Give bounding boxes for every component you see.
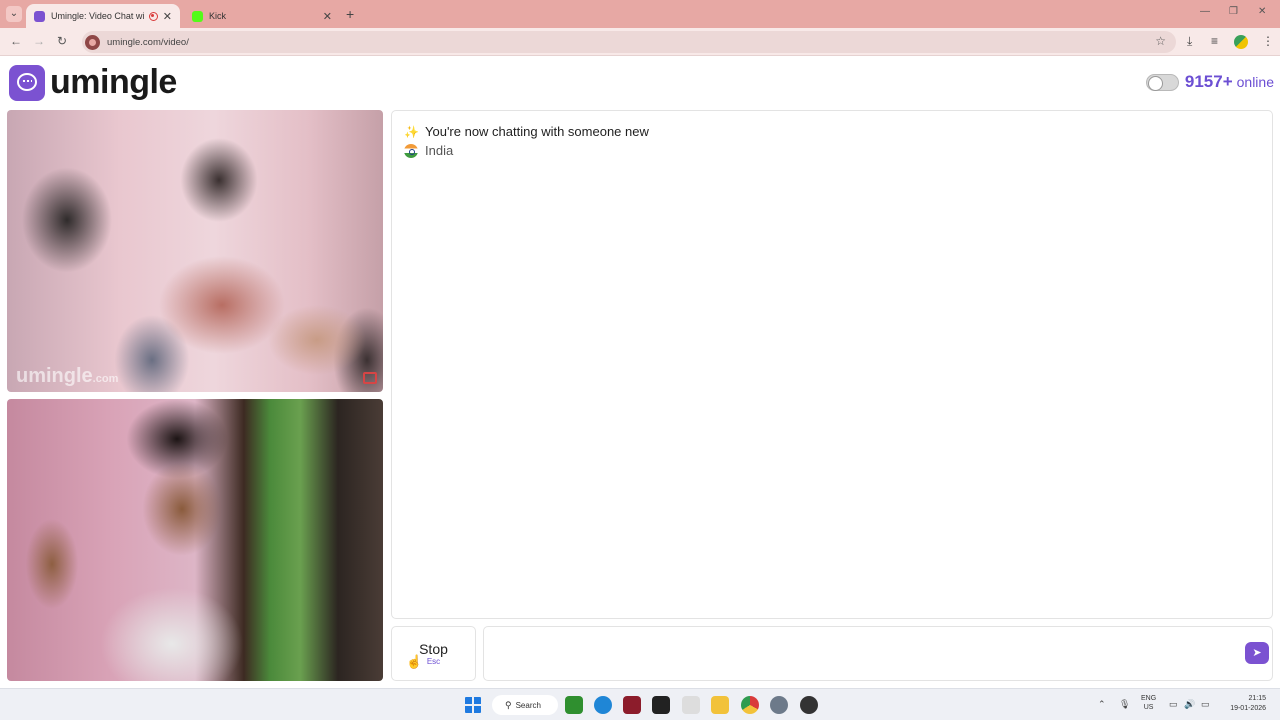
india-flag-icon: [404, 143, 418, 158]
tab-kick[interactable]: Kick ✕: [184, 4, 340, 28]
chat-bubble-logo-icon: [9, 64, 45, 101]
stop-button[interactable]: Stop Esc: [391, 626, 476, 681]
report-flag-icon[interactable]: [363, 372, 377, 384]
browser-tab-bar: ⌄ Umingle: Video Chat with S ✕ Kick ✕ + …: [0, 0, 1280, 28]
chevron-up-icon[interactable]: ⌃: [1098, 699, 1106, 710]
battery-icon[interactable]: ▭: [1201, 699, 1210, 710]
file-explorer-icon[interactable]: [711, 696, 729, 714]
umingle-favicon-icon: [34, 10, 45, 22]
settings-icon[interactable]: [770, 696, 788, 714]
hand-cursor-icon: ☝: [406, 654, 423, 669]
tab-title: Kick: [209, 11, 227, 21]
xbox-icon[interactable]: [565, 696, 583, 714]
notepad-icon[interactable]: [682, 696, 700, 714]
browser-toolbar: ← → ↻ umingle.com/video/ ☆ ⤓ ≡ ⋮: [0, 28, 1280, 56]
chat-log: ✨ You're now chatting with someone new I…: [391, 110, 1273, 619]
download-icon[interactable]: ⤓: [1187, 34, 1192, 49]
minimize-icon[interactable]: —: [1200, 6, 1210, 17]
country-name: India: [425, 143, 454, 158]
close-window-icon[interactable]: ✕: [1258, 6, 1266, 17]
search-icon: ⚲: [505, 699, 512, 710]
message-input[interactable]: [483, 626, 1273, 681]
online-label: online: [1236, 74, 1274, 90]
app-icon[interactable]: [623, 696, 641, 714]
close-tab-icon[interactable]: ✕: [163, 10, 172, 23]
site-info-icon[interactable]: [85, 34, 100, 50]
stop-label: Stop: [419, 641, 448, 657]
site-logo[interactable]: umingle: [9, 63, 177, 102]
stranger-video: umingle.com: [7, 110, 383, 392]
restore-icon[interactable]: ❐: [1229, 6, 1238, 17]
volume-icon[interactable]: 🔊: [1184, 699, 1195, 710]
back-icon[interactable]: ←: [10, 34, 22, 48]
logo-text: umingle: [50, 63, 177, 101]
url-text: umingle.com/video/: [107, 36, 189, 48]
windows-taskbar: ⚲ Search ⌃ 🎙 ENG US ▭ 🔊 ▭ 21:15 19-01-20…: [0, 688, 1280, 720]
system-message-text: You're now chatting with someone new: [425, 124, 649, 139]
self-video: [7, 399, 383, 681]
wifi-icon[interactable]: ▭: [1169, 699, 1178, 710]
stop-shortcut: Esc: [426, 657, 441, 666]
taskbar-search[interactable]: ⚲ Search: [492, 695, 558, 715]
system-message: ✨ You're now chatting with someone new: [404, 124, 649, 139]
new-tab-icon[interactable]: +: [346, 6, 354, 22]
microphone-icon[interactable]: 🎙: [1119, 699, 1130, 710]
online-count: 9157+: [1184, 72, 1233, 91]
close-tab-icon[interactable]: ✕: [323, 10, 332, 23]
tab-search-icon[interactable]: ⌄: [6, 6, 22, 22]
recording-icon: [148, 11, 158, 21]
menu-icon[interactable]: ⋮: [1262, 34, 1274, 48]
tab-title: Umingle: Video Chat with S: [51, 11, 144, 21]
forward-icon[interactable]: →: [33, 34, 45, 48]
obs-icon[interactable]: [800, 696, 818, 714]
epic-games-icon[interactable]: [652, 696, 670, 714]
country-line: India: [404, 143, 453, 158]
search-label: Search: [515, 700, 541, 710]
reload-icon[interactable]: ↻: [57, 34, 67, 48]
bookmark-star-icon[interactable]: ☆: [1155, 34, 1166, 48]
edge-icon[interactable]: [594, 696, 612, 714]
clock[interactable]: 21:15 19-01-2026: [1222, 694, 1266, 714]
theme-toggle[interactable]: [1145, 73, 1179, 91]
chrome-icon[interactable]: [741, 696, 759, 714]
sparkle-icon: ✨: [404, 124, 419, 139]
send-icon[interactable]: ➤: [1245, 642, 1269, 664]
watermark: umingle.com: [16, 365, 119, 387]
profile-avatar[interactable]: [1234, 35, 1248, 49]
language-indicator[interactable]: ENG US: [1141, 694, 1156, 712]
tab-umingle[interactable]: Umingle: Video Chat with S ✕: [26, 4, 180, 28]
address-bar[interactable]: umingle.com/video/ ☆: [82, 31, 1176, 53]
media-control-icon[interactable]: ≡: [1211, 34, 1218, 48]
windows-start-icon[interactable]: [465, 697, 481, 713]
kick-favicon-icon: [192, 10, 203, 22]
online-indicator: 9157+ online: [1145, 72, 1274, 92]
